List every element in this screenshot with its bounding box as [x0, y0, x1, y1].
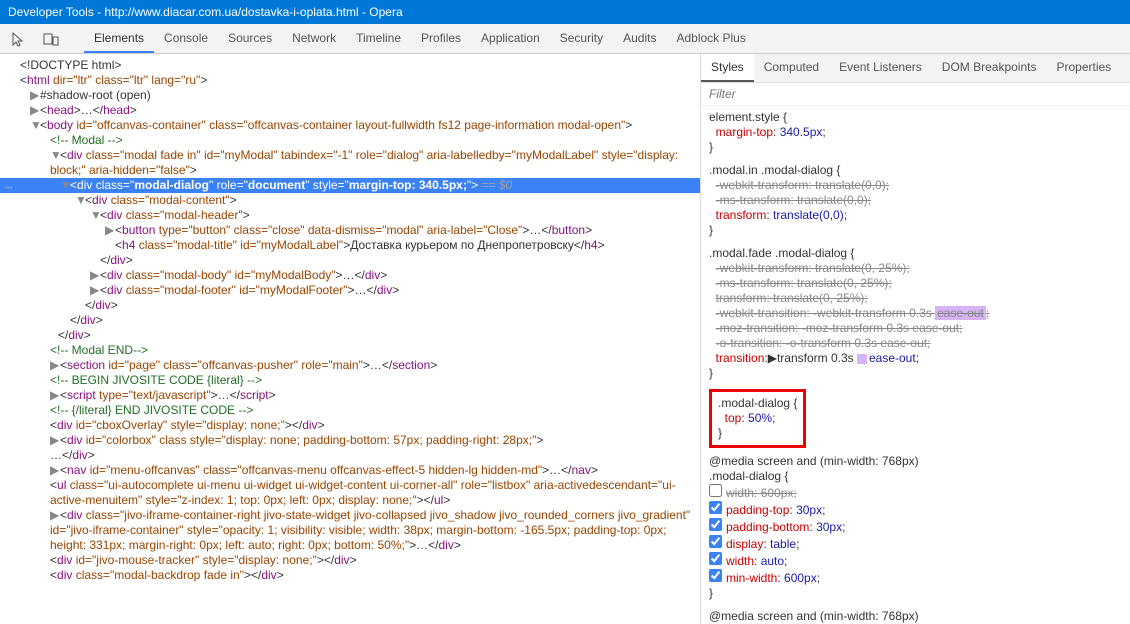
- tab-sources[interactable]: Sources: [218, 25, 282, 53]
- rule-element-style[interactable]: element.style { margin-top: 340.5px;}: [709, 110, 1122, 155]
- property-toggle[interactable]: [709, 484, 722, 497]
- body-attrs: id="offcanvas-container" class="offcanva…: [76, 118, 625, 132]
- sub-tabs: Styles Computed Event Listeners DOM Brea…: [701, 54, 1130, 83]
- property-toggle[interactable]: [709, 569, 722, 582]
- backdrop-attrs[interactable]: class="modal-backdrop fade in": [76, 568, 244, 582]
- property-toggle[interactable]: [709, 535, 722, 548]
- div-modal[interactable]: div: [67, 148, 82, 162]
- expand-icon[interactable]: ▶: [50, 388, 60, 403]
- rule-media-1[interactable]: @media screen and (min-width: 768px) .mo…: [709, 454, 1122, 601]
- expand-icon[interactable]: ▶: [50, 463, 60, 478]
- jivo-attrs[interactable]: class="jivo-iframe-container-right jivo-…: [50, 508, 690, 552]
- tab-application[interactable]: Application: [471, 25, 550, 53]
- comment: <!-- Modal END-->: [50, 343, 148, 357]
- subtab-styles[interactable]: Styles: [701, 54, 754, 82]
- property-toggle[interactable]: [709, 518, 722, 531]
- main-tabs: Elements Console Sources Network Timelin…: [84, 25, 756, 53]
- property-toggle[interactable]: [709, 501, 722, 514]
- doctype: <!DOCTYPE html>: [20, 58, 121, 72]
- highlighted-rule-box: .modal-dialog { top: 50%;}: [709, 389, 806, 448]
- colorbox-attrs[interactable]: id="colorbox" class style="display: none…: [86, 433, 537, 447]
- div-modal-attrs: class="modal fade in" id="myModal" tabin…: [50, 148, 678, 177]
- rule-modal-in[interactable]: .modal.in .modal-dialog { -webkit-transf…: [709, 163, 1122, 238]
- comment: <!-- {/literal} END JIVOSITE CODE -->: [50, 403, 253, 417]
- expand-icon[interactable]: ▶: [30, 88, 40, 103]
- collapse-icon[interactable]: ▼: [60, 178, 70, 193]
- cbox-attrs[interactable]: id="cboxOverlay" style="display: none;": [76, 418, 285, 432]
- button-attrs[interactable]: type="button" class="close" data-dismiss…: [159, 223, 523, 237]
- modal-content-attrs[interactable]: class="modal-content": [111, 193, 230, 207]
- section-attrs[interactable]: id="page" class="offcanvas-pusher" role=…: [108, 358, 362, 372]
- collapse-icon[interactable]: ▼: [50, 148, 60, 163]
- window-titlebar: Developer Tools - http://www.diacar.com.…: [0, 0, 1130, 24]
- html-tag[interactable]: html: [27, 73, 50, 87]
- tab-adblock[interactable]: Adblock Plus: [666, 25, 755, 53]
- ul-attrs[interactable]: class="ui-autocomplete ui-menu ui-widget…: [50, 478, 676, 507]
- shadow-root[interactable]: #shadow-root (open): [40, 88, 151, 102]
- body-tag[interactable]: body: [47, 118, 73, 132]
- h4-attrs[interactable]: class="modal-title" id="myModalLabel": [139, 238, 343, 252]
- subtab-computed[interactable]: Computed: [754, 54, 829, 82]
- collapse-icon[interactable]: ▼: [30, 118, 40, 133]
- modal-header-attrs[interactable]: class="modal-header": [126, 208, 243, 222]
- selected-node[interactable]: ... ▼<div class="modal-dialog" role="doc…: [0, 178, 700, 193]
- expand-icon[interactable]: ▶: [30, 103, 40, 118]
- styles-panel: Styles Computed Event Listeners DOM Brea…: [700, 54, 1130, 624]
- collapse-icon[interactable]: ▼: [90, 208, 100, 223]
- tab-console[interactable]: Console: [154, 25, 218, 53]
- tab-security[interactable]: Security: [550, 25, 613, 53]
- comment: <!-- Modal -->: [50, 133, 123, 147]
- tab-timeline[interactable]: Timeline: [346, 25, 411, 53]
- h4-text: Доставка курьером по Днепропетровску: [350, 238, 574, 252]
- device-toggle-icon[interactable]: [40, 28, 62, 50]
- modal-body-attrs[interactable]: class="modal-body" id="myModalBody": [126, 268, 336, 282]
- html-attrs: dir="ltr" class="ltr" lang="ru": [53, 73, 200, 87]
- jivo-mouse-attrs[interactable]: id="jivo-mouse-tracker" style="display: …: [76, 553, 317, 567]
- head-tag[interactable]: head: [47, 103, 74, 117]
- rule-media-2[interactable]: @media screen and (min-width: 768px) .mo…: [709, 609, 1122, 624]
- expand-icon[interactable]: ▶: [90, 283, 100, 298]
- inspect-icon[interactable]: [8, 28, 30, 50]
- modal-footer-attrs[interactable]: class="modal-footer" id="myModalFooter": [126, 283, 348, 297]
- gutter-marker: ...: [0, 178, 18, 193]
- comment: <!-- BEGIN JIVOSITE CODE {literal} -->: [50, 373, 262, 387]
- subtab-dom-breakpoints[interactable]: DOM Breakpoints: [932, 54, 1047, 82]
- nav-attrs[interactable]: id="menu-offcanvas" class="offcanvas-men…: [90, 463, 542, 477]
- expand-icon[interactable]: ▶: [50, 433, 60, 448]
- rule-modal-fade[interactable]: .modal.fade .modal-dialog { -webkit-tran…: [709, 246, 1122, 381]
- tab-audits[interactable]: Audits: [613, 25, 666, 53]
- expand-icon[interactable]: ▶: [50, 508, 60, 523]
- collapse-icon[interactable]: ▼: [75, 193, 85, 208]
- styles-filter-input[interactable]: [701, 83, 1130, 106]
- expand-icon[interactable]: ▶: [90, 268, 100, 283]
- tab-profiles[interactable]: Profiles: [411, 25, 471, 53]
- script-attrs[interactable]: type="text/javascript": [99, 388, 211, 402]
- easing-swatch-icon[interactable]: [857, 354, 867, 364]
- tab-network[interactable]: Network: [282, 25, 346, 53]
- head-close: head: [103, 103, 130, 117]
- subtab-properties[interactable]: Properties: [1046, 54, 1121, 82]
- devtools-toolbar: Elements Console Sources Network Timelin…: [0, 24, 1130, 54]
- subtab-event-listeners[interactable]: Event Listeners: [829, 54, 932, 82]
- expand-icon[interactable]: ▶: [105, 223, 115, 238]
- expand-icon[interactable]: ▶: [50, 358, 60, 373]
- tab-elements[interactable]: Elements: [84, 25, 154, 53]
- property-toggle[interactable]: [709, 552, 722, 565]
- elements-tree[interactable]: <!DOCTYPE html> <html dir="ltr" class="l…: [0, 54, 700, 624]
- ellipsis: …: [81, 103, 93, 117]
